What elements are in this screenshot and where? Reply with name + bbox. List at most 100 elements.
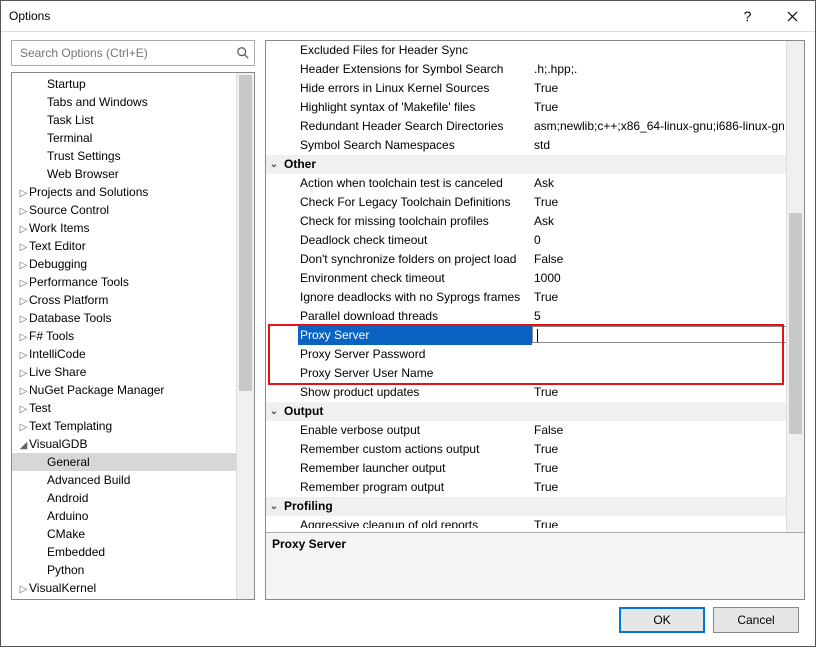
expand-icon[interactable]: ▷: [18, 581, 29, 599]
tree-item[interactable]: ▷Text Templating: [12, 417, 254, 435]
property-row[interactable]: Highlight syntax of 'Makefile' filesTrue: [266, 98, 804, 117]
property-value[interactable]: True: [532, 459, 804, 478]
tree-item[interactable]: Advanced Build: [12, 471, 254, 489]
property-row[interactable]: Show product updatesTrue: [266, 383, 804, 402]
property-row[interactable]: Remember custom actions outputTrue: [266, 440, 804, 459]
property-value[interactable]: True: [532, 98, 804, 117]
help-button[interactable]: ?: [725, 1, 770, 31]
property-value[interactable]: True: [532, 193, 804, 212]
tree-item[interactable]: Startup: [12, 75, 254, 93]
tree-item[interactable]: ▷Debugging: [12, 255, 254, 273]
property-value[interactable]: False: [532, 250, 804, 269]
chevron-down-icon[interactable]: ⌄: [266, 155, 282, 174]
property-grid[interactable]: Excluded Files for Header SyncHeader Ext…: [266, 41, 804, 532]
property-value[interactable]: [532, 326, 804, 343]
cancel-button[interactable]: Cancel: [713, 607, 799, 633]
tree-item[interactable]: ▷Work Items: [12, 219, 254, 237]
tree-item[interactable]: ▷F# Tools: [12, 327, 254, 345]
property-category[interactable]: ⌄Profiling: [266, 497, 804, 516]
tree-item[interactable]: Web Browser: [12, 165, 254, 183]
property-value[interactable]: 5: [532, 307, 804, 326]
property-value[interactable]: [532, 364, 804, 383]
property-row[interactable]: Proxy Server Password: [266, 345, 804, 364]
tree-item[interactable]: Task List: [12, 111, 254, 129]
tree-item[interactable]: ▷Source Control: [12, 201, 254, 219]
tree-item-label: Arduino: [47, 509, 88, 523]
property-category[interactable]: ⌄Output: [266, 402, 804, 421]
property-value[interactable]: [532, 345, 804, 364]
tree-item[interactable]: Tabs and Windows: [12, 93, 254, 111]
tree-item[interactable]: ◢VisualGDB: [12, 435, 254, 453]
property-row[interactable]: Check for missing toolchain profilesAsk: [266, 212, 804, 231]
property-row[interactable]: Enable verbose outputFalse: [266, 421, 804, 440]
property-row[interactable]: Proxy Server: [266, 326, 804, 345]
tree-item[interactable]: ▷IntelliCode: [12, 345, 254, 363]
collapse-icon[interactable]: ◢: [18, 437, 29, 455]
property-value[interactable]: True: [532, 383, 804, 402]
tree-item[interactable]: ▷Text Editor: [12, 237, 254, 255]
property-row[interactable]: Symbol Search Namespacesstd: [266, 136, 804, 155]
search-box[interactable]: [11, 40, 255, 66]
tree-item[interactable]: Android: [12, 489, 254, 507]
tree-item[interactable]: Embedded: [12, 543, 254, 561]
property-name: Hide errors in Linux Kernel Sources: [298, 79, 532, 98]
category-tree[interactable]: StartupTabs and WindowsTask List Terminal…: [11, 72, 255, 600]
tree-item[interactable]: Python: [12, 561, 254, 579]
property-row[interactable]: Action when toolchain test is canceledAs…: [266, 174, 804, 193]
property-row[interactable]: Environment check timeout1000: [266, 269, 804, 288]
tree-item-label: Trust Settings: [47, 149, 121, 163]
tree-item[interactable]: ▷Database Tools: [12, 309, 254, 327]
property-value[interactable]: std: [532, 136, 804, 155]
tree-item[interactable]: ▷Cross Platform: [12, 291, 254, 309]
tree-item[interactable]: ▷Performance Tools: [12, 273, 254, 291]
tree-item[interactable]: Arduino: [12, 507, 254, 525]
tree-item-label: Database Tools: [29, 311, 112, 325]
property-value[interactable]: 1000: [532, 269, 804, 288]
tree-item[interactable]: ▷Live Share: [12, 363, 254, 381]
property-row[interactable]: Excluded Files for Header Sync: [266, 41, 804, 60]
property-value[interactable]: True: [532, 288, 804, 307]
property-row[interactable]: Proxy Server User Name: [266, 364, 804, 383]
property-row[interactable]: Remember program outputTrue: [266, 478, 804, 497]
chevron-down-icon[interactable]: ⌄: [266, 497, 282, 516]
ok-button[interactable]: OK: [619, 607, 705, 633]
tree-scrollbar[interactable]: [236, 73, 254, 599]
property-value[interactable]: True: [532, 79, 804, 98]
property-row[interactable]: Hide errors in Linux Kernel SourcesTrue: [266, 79, 804, 98]
property-value[interactable]: True: [532, 478, 804, 497]
tree-item-label: Embedded: [47, 545, 105, 559]
property-row[interactable]: Aggressive cleanup of old reportsTrue: [266, 516, 804, 528]
tree-item[interactable]: ▷NuGet Package Manager: [12, 381, 254, 399]
tree-item[interactable]: Terminal: [12, 129, 254, 147]
property-value[interactable]: 0: [532, 231, 804, 250]
property-row[interactable]: Ignore deadlocks with no Syprogs framesT…: [266, 288, 804, 307]
search-input[interactable]: [18, 45, 236, 61]
property-category[interactable]: ⌄Other: [266, 155, 804, 174]
property-row[interactable]: Deadlock check timeout0: [266, 231, 804, 250]
property-value[interactable]: True: [532, 440, 804, 459]
property-value[interactable]: True: [532, 516, 804, 528]
tree-item[interactable]: ▷Test: [12, 399, 254, 417]
property-row[interactable]: Parallel download threads5: [266, 307, 804, 326]
close-button[interactable]: [770, 1, 815, 31]
tree-item[interactable]: ▷VisualKernel: [12, 579, 254, 597]
property-row[interactable]: Header Extensions for Symbol Search.h;.h…: [266, 60, 804, 79]
property-row[interactable]: Redundant Header Search Directoriesasm;n…: [266, 117, 804, 136]
tree-item[interactable]: ▷Projects and Solutions: [12, 183, 254, 201]
tree-item[interactable]: CMake: [12, 525, 254, 543]
grid-scrollbar[interactable]: [786, 41, 804, 532]
chevron-down-icon[interactable]: ⌄: [266, 402, 282, 421]
tree-item-label: VisualGDB: [29, 437, 87, 451]
property-value[interactable]: asm;newlib;c++;x86_64-linux-gnu;i686-lin…: [532, 117, 804, 136]
property-value[interactable]: Ask: [532, 174, 804, 193]
property-row[interactable]: Check For Legacy Toolchain DefinitionsTr…: [266, 193, 804, 212]
tree-item[interactable]: Trust Settings: [12, 147, 254, 165]
property-value[interactable]: False: [532, 421, 804, 440]
property-value[interactable]: [532, 41, 804, 60]
property-value[interactable]: .h;.hpp;.: [532, 60, 804, 79]
property-row[interactable]: Don't synchronize folders on project loa…: [266, 250, 804, 269]
tree-item-label: Terminal: [47, 131, 92, 145]
property-row[interactable]: Remember launcher outputTrue: [266, 459, 804, 478]
tree-item[interactable]: General: [12, 453, 254, 471]
property-value[interactable]: Ask: [532, 212, 804, 231]
